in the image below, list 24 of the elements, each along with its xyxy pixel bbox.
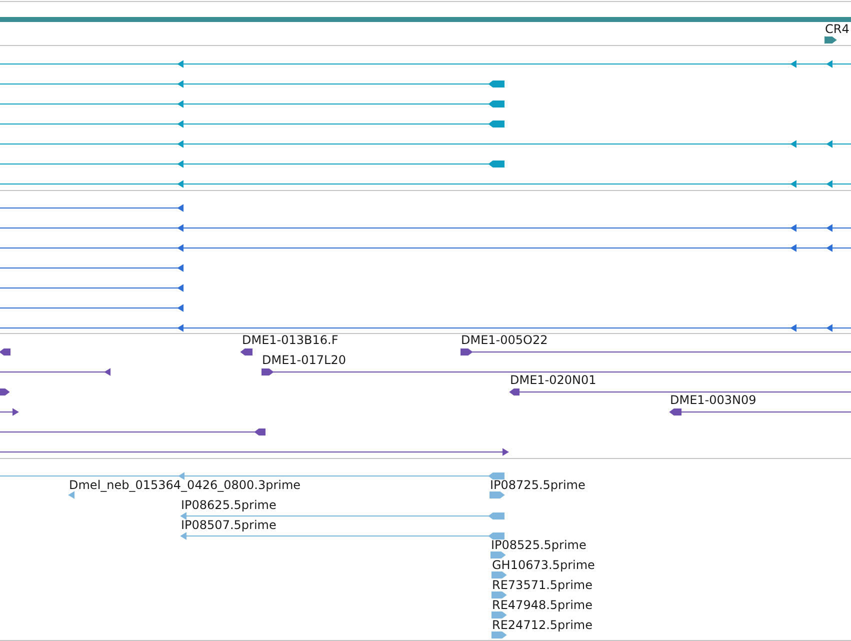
feature-label[interactable]: DME1-003N09 (670, 393, 756, 408)
feature-glyph[interactable] (460, 348, 851, 356)
feature-label[interactable]: CR4 (825, 22, 850, 36)
feature-label[interactable]: RE73571.5prime (492, 578, 592, 592)
feature-label[interactable]: IP08525.5prime (491, 538, 586, 552)
transcript-line (0, 348, 10, 356)
feature-label[interactable]: DME1-005O22 (461, 333, 548, 348)
feature-label[interactable]: IP08625.5prime (181, 498, 276, 512)
feature-label[interactable]: DME1-020N01 (510, 373, 596, 388)
transcript-line (0, 388, 10, 396)
feature-glyph[interactable] (262, 368, 851, 376)
feature-label[interactable]: RE24712.5prime (492, 618, 592, 632)
feature-label[interactable]: IP08507.5prime (181, 518, 276, 532)
feature-glyph[interactable] (240, 348, 252, 356)
feature-label[interactable]: GH10673.5prime (492, 558, 595, 572)
transcript-line (0, 408, 18, 416)
feature-label[interactable]: RE47948.5prime (492, 598, 592, 612)
feature-label[interactable]: DME1-013B16.F (242, 333, 338, 348)
feature-label[interactable]: Dmel_neb_015364_0426_0800.3prime (69, 478, 301, 492)
feature-glyph[interactable] (670, 408, 851, 416)
feature-glyph[interactable] (824, 36, 837, 44)
feature-label[interactable]: IP08725.5prime (490, 478, 586, 492)
feature-label[interactable]: DME1-017L20 (262, 353, 346, 368)
feature-glyph[interactable] (510, 388, 851, 396)
